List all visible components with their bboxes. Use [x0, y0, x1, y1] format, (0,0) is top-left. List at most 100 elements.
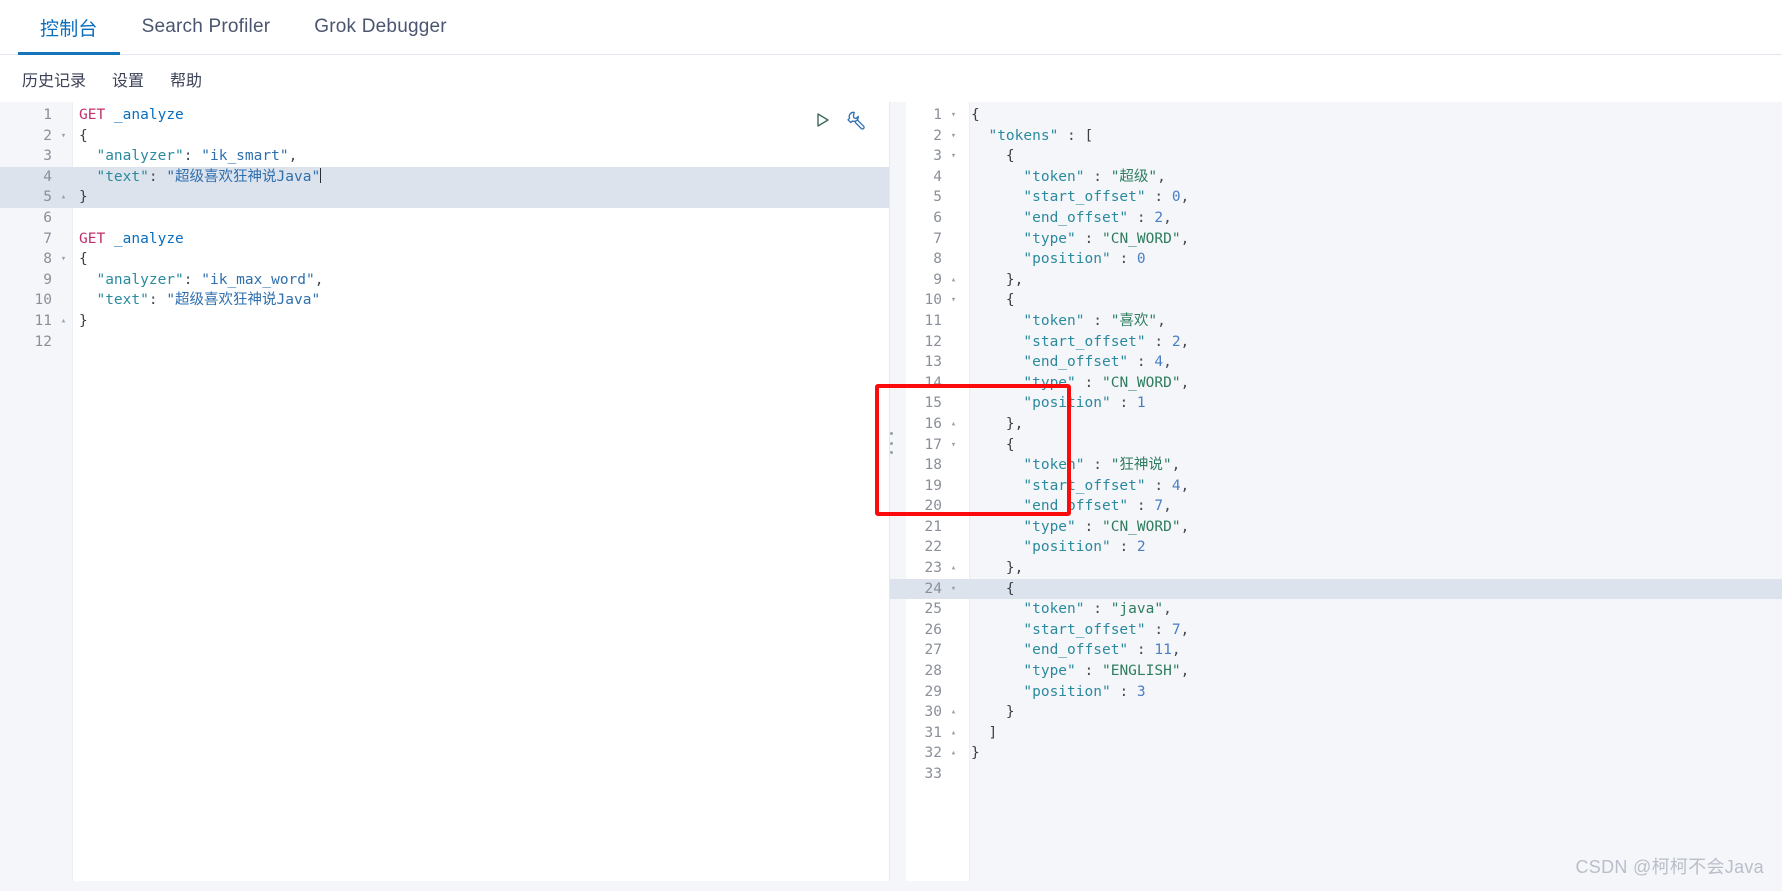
response-line-text: { — [1005, 292, 1015, 309]
fold-toggle-icon[interactable]: ▴ — [946, 702, 961, 723]
request-editor-pane[interactable]: 1 GET _analyze 2 ▾{3 "analyzer": "ik_smart"… — [0, 102, 890, 891]
response-line: 23 ▴ }, — [890, 558, 1782, 579]
response-line: 15 "position" : 1 — [890, 393, 1782, 414]
fold-toggle-icon[interactable]: ▾ — [946, 126, 961, 147]
response-line: 24 ▾ { — [890, 578, 1782, 600]
response-line-text: { — [971, 107, 980, 123]
response-line-number: 32 — [924, 745, 942, 762]
fold-toggle-icon[interactable]: ▴ — [946, 414, 961, 435]
request-line-text: "text": "超级喜欢狂神说Java" — [96, 292, 321, 309]
response-line-number: 15 — [924, 395, 942, 412]
request-line-number: 6 — [43, 209, 52, 226]
response-line-number: 1 — [933, 107, 942, 123]
submenu-item-help[interactable]: 帮助 — [168, 65, 204, 93]
response-line: 33 — [890, 764, 1782, 785]
response-line: 25 "token" : "java", — [890, 599, 1782, 620]
response-line: 13 "end_offset" : 4, — [890, 352, 1782, 373]
response-line: 2 ▾ "tokens" : [ — [890, 126, 1782, 147]
request-line-text: GET _analyze — [79, 230, 184, 247]
watermark: CSDN @柯柯不会Java — [1575, 857, 1764, 877]
response-line-text: "token" : "java", — [1023, 601, 1172, 618]
response-line-text: "type" : "CN_WORD", — [1023, 374, 1190, 391]
request-line-text: } — [79, 312, 88, 329]
request-line: 9 "analyzer": "ik_max_word", — [0, 270, 889, 291]
fold-toggle-icon[interactable]: ▴ — [946, 270, 961, 291]
request-line-text: { — [79, 127, 88, 144]
submenu-item-settings[interactable]: 设置 — [110, 65, 146, 93]
response-line-number: 31 — [924, 724, 942, 741]
response-line-text: }, — [1005, 415, 1024, 432]
fold-toggle-icon[interactable]: ▾ — [56, 126, 71, 147]
request-line-text: "analyzer": "ik_max_word", — [96, 271, 324, 288]
response-line: 31 ▴ ] — [890, 723, 1782, 744]
fold-toggle-icon[interactable]: ▾ — [946, 290, 961, 311]
request-code[interactable]: 1 GET _analyze 2 ▾{3 "analyzer": "ik_smart"… — [0, 102, 889, 352]
fold-toggle-icon[interactable]: ▴ — [946, 558, 961, 579]
request-line-number: 7 — [43, 230, 52, 247]
request-line: 11 ▴} — [0, 311, 889, 332]
tab-grok-debugger-label: Grok Debugger — [314, 16, 447, 37]
request-line: 6 — [0, 208, 889, 229]
submenu-item-history[interactable]: 历史记录 — [20, 65, 88, 93]
response-line-text: "end_offset" : 11, — [1023, 642, 1181, 659]
response-line: 32 ▴} — [890, 743, 1782, 764]
response-line: 10 ▾ { — [890, 290, 1782, 311]
response-line-number: 14 — [924, 374, 942, 391]
tab-console[interactable]: 控制台 — [18, 0, 120, 55]
response-pane[interactable]: 1 ▾{2 ▾ "tokens" : [3 ▾ {4 "token" : "超级", 5… — [890, 102, 1782, 891]
request-line-text — [71, 332, 88, 353]
response-line: 8 "position" : 0 — [890, 249, 1782, 270]
response-line-number: 10 — [924, 292, 942, 309]
fold-toggle-icon[interactable]: ▴ — [56, 311, 71, 332]
response-line: 1 ▾ { — [890, 105, 1782, 126]
response-line-text: "position" : 1 — [1023, 395, 1146, 412]
response-line-text: "start_offset" : 0, — [1023, 189, 1190, 206]
editor-actions — [811, 108, 869, 132]
response-line: 4 "token" : "超级", — [890, 167, 1782, 188]
request-line-number: 10 — [34, 292, 52, 309]
response-line-text: "position" : 0 — [1023, 251, 1146, 268]
fold-toggle-icon[interactable]: ▾ — [946, 146, 961, 167]
response-line-text: { — [1005, 580, 1015, 597]
response-line-number: 26 — [924, 621, 942, 638]
response-line-number: 19 — [924, 477, 942, 494]
response-line: 3 ▾ { — [890, 146, 1782, 167]
response-line-number: 24 — [924, 580, 942, 597]
fold-toggle-icon[interactable]: ▾ — [946, 579, 961, 600]
fold-toggle-icon[interactable]: ▴ — [946, 743, 961, 764]
fold-toggle-icon[interactable]: ▾ — [56, 249, 71, 270]
response-line: 30 ▴ } — [890, 702, 1782, 723]
response-line-number: 9 — [933, 271, 942, 288]
play-icon[interactable] — [811, 109, 833, 131]
tab-console-label: 控制台 — [40, 18, 98, 40]
response-line-number: 17 — [924, 436, 942, 453]
fold-toggle-icon[interactable]: ▴ — [56, 187, 71, 208]
response-line-text: "start_offset" : 7, — [1023, 621, 1190, 638]
response-line: 27 "end_offset" : 11, — [890, 640, 1782, 661]
response-line: 11 "token" : "喜欢", — [890, 311, 1782, 332]
tab-search-profiler[interactable]: Search Profiler — [120, 0, 293, 54]
request-line-text — [71, 208, 88, 229]
response-line-text: ] — [988, 724, 998, 741]
response-line: 12 "start_offset" : 2, — [890, 332, 1782, 353]
fold-toggle-icon[interactable]: ▾ — [946, 435, 961, 456]
kibana-dev-tools-console: 控制台 Search Profiler Grok Debugger 历史记录 设… — [0, 0, 1782, 891]
fold-toggle-icon[interactable]: ▾ — [946, 105, 961, 126]
request-line: 1 GET _analyze — [0, 105, 889, 126]
response-line: 20 "end_offset" : 7, — [890, 496, 1782, 517]
tab-grok-debugger[interactable]: Grok Debugger — [292, 0, 469, 54]
response-line-number: 5 — [933, 189, 942, 206]
response-line: 17 ▾ { — [890, 435, 1782, 456]
response-line: 16 ▴ }, — [890, 414, 1782, 435]
response-line-number: 28 — [924, 663, 942, 680]
request-line-number: 12 — [34, 333, 52, 350]
wrench-icon[interactable] — [845, 108, 869, 132]
request-line-number: 5 — [43, 189, 52, 206]
response-line-text: "end_offset" : 7, — [1023, 498, 1172, 515]
request-line-number: 9 — [43, 271, 52, 288]
response-line-text: "type" : "CN_WORD", — [1023, 518, 1190, 535]
response-line-text: { — [1005, 436, 1015, 453]
request-line-number: 8 — [43, 251, 52, 268]
fold-toggle-icon[interactable]: ▴ — [946, 723, 961, 744]
split-drag-handle[interactable] — [886, 432, 896, 454]
